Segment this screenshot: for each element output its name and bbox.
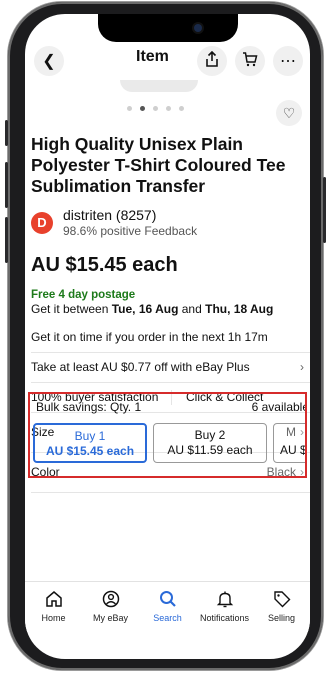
power-button: [323, 177, 326, 243]
gallery-dot[interactable]: [166, 106, 171, 111]
tab-label: Search: [153, 613, 182, 623]
seller-logo: D: [31, 211, 53, 234]
delivery-window: Get it between Tue, 16 Aug and Thu, 18 A…: [31, 302, 310, 317]
delivery-date-to: Thu, 18 Aug: [205, 302, 274, 316]
page-title: Item: [136, 48, 169, 65]
share-icon: [205, 50, 219, 72]
seller-feedback: 98.6% positive Feedback: [63, 224, 198, 238]
cart-icon: [242, 51, 258, 72]
ebay-plus-label: Take at least AU $0.77 off with eBay Plu…: [31, 360, 250, 374]
chevron-right-icon: ›: [300, 360, 304, 374]
tag-icon: [273, 590, 291, 610]
seller-name: distriten (8257): [63, 207, 157, 223]
ebay-plus-promo[interactable]: Take at least AU $0.77 off with eBay Plu…: [31, 353, 310, 383]
tab-search[interactable]: Search: [139, 582, 196, 632]
tab-label: My eBay: [92, 613, 128, 623]
bottom-tab-bar: Home My eBay Search Notifications Sellin…: [25, 581, 310, 632]
gallery-dot-active[interactable]: [140, 106, 145, 111]
product-image[interactable]: [120, 80, 198, 92]
product-title: High Quality Unisex Plain Polyester T-Sh…: [31, 134, 286, 196]
search-icon: [159, 590, 177, 610]
notch: [97, 14, 238, 42]
volume-down-button: [5, 217, 8, 263]
cart-button[interactable]: [235, 46, 265, 76]
delivery-and: and: [178, 302, 206, 316]
mute-switch: [5, 120, 8, 146]
ellipsis-icon: ⋯: [280, 53, 296, 70]
tab-selling[interactable]: Selling: [253, 582, 310, 632]
chevron-left-icon: ❮: [42, 53, 56, 70]
bell-icon: [216, 590, 234, 610]
gallery-dot[interactable]: [179, 106, 184, 111]
free-postage: Free 4 day postage: [31, 289, 136, 301]
seller-info[interactable]: D distriten (8257) 98.6% positive Feedba…: [31, 207, 310, 238]
bulk-option-buy-2[interactable]: Buy 2 AU $11.59 each: [153, 423, 267, 463]
order-timer: Get it on time if you order in the next …: [31, 323, 310, 353]
item-price: AU $15.45 each: [31, 254, 178, 276]
tab-notifications[interactable]: Notifications: [196, 582, 253, 632]
tab-home[interactable]: Home: [25, 582, 82, 632]
share-button[interactable]: [197, 46, 227, 76]
heart-icon: ♡: [282, 104, 296, 121]
delivery-prefix: Get it between: [31, 302, 112, 316]
bulk-option-price: AU $15.45 each: [45, 444, 135, 458]
back-button[interactable]: ❮: [34, 46, 64, 76]
delivery-date-from: Tue, 16 Aug: [111, 302, 179, 316]
home-icon: [45, 590, 63, 610]
top-bar: ❮ Item ⋯: [25, 42, 310, 80]
gallery-dot[interactable]: [127, 106, 132, 111]
bulk-option-buy-1[interactable]: Buy 1 AU $15.45 each: [33, 423, 147, 463]
more-button[interactable]: ⋯: [273, 46, 303, 76]
bulk-option-title: B: [274, 428, 305, 443]
screen: ❮ Item ⋯ ♡ High Quality Unisex Plain Pol…: [25, 14, 310, 659]
bulk-option-price: AU $10: [280, 443, 307, 457]
gallery-dot[interactable]: [153, 106, 158, 111]
bulk-option-title: Buy 1: [74, 429, 106, 443]
volume-up-button: [5, 162, 8, 208]
watch-button[interactable]: ♡: [276, 100, 302, 126]
quantity-available: 6 available: [251, 400, 307, 414]
camera: [193, 24, 202, 32]
tab-label: Notifications: [199, 613, 250, 623]
tab-label: Selling: [267, 613, 296, 623]
bulk-savings-panel: Bulk savings: Qty. 1 6 available Buy 1 A…: [28, 392, 307, 478]
gallery-dots: [127, 106, 184, 111]
bulk-option-buy-more[interactable]: B AU $10: [273, 423, 307, 463]
bulk-savings-header: Bulk savings: Qty. 1 6 available: [30, 394, 305, 414]
bulk-options: Buy 1 AU $15.45 each Buy 2 AU $11.59 eac…: [30, 414, 305, 463]
user-icon: [102, 590, 120, 610]
tab-label: Home: [41, 613, 66, 623]
bulk-option-price: AU $11.59 each: [167, 443, 253, 457]
bulk-option-title: Buy 2: [194, 428, 226, 442]
tab-my-ebay[interactable]: My eBay: [82, 582, 139, 632]
bulk-savings-label: Bulk savings: Qty. 1: [36, 400, 142, 414]
